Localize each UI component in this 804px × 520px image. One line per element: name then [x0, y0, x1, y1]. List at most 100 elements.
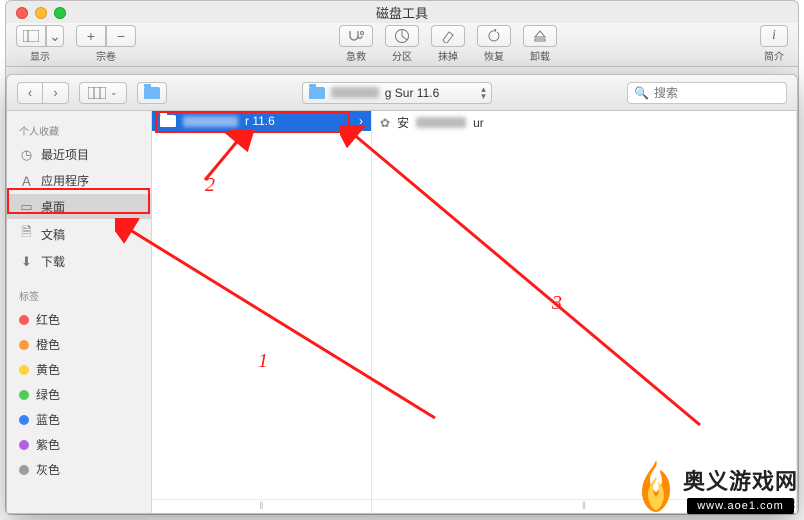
search-input[interactable]: [654, 86, 804, 100]
sidebar-tag-red[interactable]: 红色: [7, 307, 151, 332]
du-toolbar: ⌄ 显示 + − 宗卷 急救 分区: [6, 23, 798, 67]
view-chevron-button[interactable]: ⌄: [46, 25, 64, 47]
item-suffix: ur: [473, 116, 484, 130]
clock-icon: ◷: [19, 147, 34, 163]
unmount-group: 卸载: [523, 25, 557, 63]
tag-dot-icon: [19, 465, 29, 475]
finder-toolbar: ‹ › ⌄ g Sur 11.6 ▴▾ 🔍: [7, 75, 797, 111]
tag-dot-icon: [19, 440, 29, 450]
erase-icon: [440, 29, 456, 43]
volume-remove-button[interactable]: −: [106, 25, 136, 47]
sidebar-item-applications[interactable]: Ａ 应用程序: [7, 167, 151, 194]
sidebar-item-label: 蓝色: [36, 411, 60, 428]
chevron-down-icon: ⌄: [49, 28, 61, 45]
updown-icon: ▴▾: [481, 86, 486, 100]
info-group: i 简介: [760, 25, 788, 63]
column-2[interactable]: ✿ 安 ur ‖: [372, 111, 797, 513]
sidebar-tag-blue[interactable]: 蓝色: [7, 407, 151, 432]
view-label: 显示: [30, 48, 50, 63]
window-title: 磁盘工具: [376, 3, 428, 22]
tag-dot-icon: [19, 415, 29, 425]
erase-label: 抹掉: [438, 48, 458, 63]
folder-icon: [160, 115, 176, 127]
column-view: r 11.6 › ‖ ✿ 安 ur ‖: [152, 111, 797, 513]
favorites-header: 个人收藏: [7, 119, 151, 142]
sidebar-item-label: 文稿: [41, 226, 65, 243]
sidebar-tag-gray[interactable]: 灰色: [7, 457, 151, 482]
view-mode-button[interactable]: ⌄: [79, 82, 127, 104]
path-popup[interactable]: g Sur 11.6 ▴▾: [302, 82, 492, 104]
sidebar-item-label: 绿色: [36, 386, 60, 403]
desktop-icon: ▭: [19, 199, 34, 215]
sidebar-item-label: 橙色: [36, 336, 60, 353]
volume-add-button[interactable]: +: [76, 25, 106, 47]
sidebar-item-label: 下载: [41, 253, 65, 270]
partition-label: 分区: [392, 48, 412, 63]
folder-icon: [144, 87, 160, 99]
forward-button[interactable]: ›: [43, 82, 69, 104]
finder-body: 个人收藏 ◷ 最近项目 Ａ 应用程序 ▭ 桌面 🗎 文稿 ⬇ 下载 标签: [7, 111, 797, 513]
sidebar-item-label: 红色: [36, 311, 60, 328]
sidebar-item-label: 灰色: [36, 461, 60, 478]
app-icon: Ａ: [19, 171, 34, 190]
zoom-icon[interactable]: [54, 7, 66, 19]
search-field[interactable]: 🔍: [627, 82, 787, 104]
sidebar-toggle-button[interactable]: [16, 25, 46, 47]
columns-icon: [88, 87, 106, 99]
partition-button[interactable]: [385, 25, 419, 47]
sidebar-item-downloads[interactable]: ⬇ 下载: [7, 249, 151, 274]
minimize-icon[interactable]: [35, 7, 47, 19]
tag-dot-icon: [19, 365, 29, 375]
watermark-url: www.aoe1.com: [687, 498, 794, 514]
installer-icon: ✿: [380, 116, 390, 130]
partition-group: 分区: [385, 25, 419, 63]
blurred-text: [183, 116, 238, 127]
restore-button[interactable]: [477, 25, 511, 47]
info-button[interactable]: i: [760, 25, 788, 47]
unmount-label: 卸载: [530, 48, 550, 63]
window-controls[interactable]: [16, 7, 66, 19]
firstaid-button[interactable]: [339, 25, 373, 47]
info-label: 简介: [764, 48, 784, 63]
column-1[interactable]: r 11.6 › ‖: [152, 111, 372, 513]
chevron-down-icon: ⌄: [110, 87, 118, 98]
item-prefix: 安: [397, 114, 409, 131]
column-resize-handle[interactable]: ‖: [152, 499, 371, 513]
sidebar-item-documents[interactable]: 🗎 文稿: [7, 219, 151, 249]
volume-label: 宗卷: [96, 48, 116, 63]
erase-button[interactable]: [431, 25, 465, 47]
sidebar: 个人收藏 ◷ 最近项目 Ａ 应用程序 ▭ 桌面 🗎 文稿 ⬇ 下载 标签: [7, 111, 152, 513]
sidebar-item-desktop[interactable]: ▭ 桌面: [7, 194, 151, 219]
item-suffix: r 11.6: [245, 114, 275, 128]
restore-group: 恢复: [477, 25, 511, 63]
tags-header: 标签: [7, 284, 151, 307]
download-icon: ⬇: [19, 254, 34, 270]
tag-dot-icon: [19, 315, 29, 325]
back-button[interactable]: ‹: [17, 82, 43, 104]
sidebar-tag-orange[interactable]: 橙色: [7, 332, 151, 357]
sidebar-tag-green[interactable]: 绿色: [7, 382, 151, 407]
sidebar-tag-purple[interactable]: 紫色: [7, 432, 151, 457]
watermark-text: 奥义游戏网 www.aoe1.com: [683, 464, 798, 514]
firstaid-label: 急救: [346, 48, 366, 63]
firstaid-group: 急救: [339, 25, 373, 63]
erase-group: 抹掉: [431, 25, 465, 63]
unmount-button[interactable]: [523, 25, 557, 47]
chevron-right-icon: ›: [359, 114, 363, 128]
sidebar-tag-yellow[interactable]: 黄色: [7, 357, 151, 382]
close-icon[interactable]: [16, 7, 28, 19]
list-item[interactable]: ✿ 安 ur: [372, 111, 796, 134]
folder-popup-button[interactable]: [137, 82, 167, 104]
tag-dot-icon: [19, 340, 29, 350]
nav-buttons: ‹ ›: [17, 82, 69, 104]
restore-label: 恢复: [484, 48, 504, 63]
sidebar-item-label: 桌面: [41, 198, 65, 215]
sidebar-item-label: 应用程序: [41, 172, 89, 189]
finder-window: ‹ › ⌄ g Sur 11.6 ▴▾ 🔍 个人收藏 ◷: [6, 74, 798, 514]
sidebar-item-label: 最近项目: [41, 146, 89, 163]
restore-icon: [486, 29, 502, 43]
sidebar-item-recents[interactable]: ◷ 最近项目: [7, 142, 151, 167]
view-group: ⌄ 显示: [16, 25, 64, 63]
tag-dot-icon: [19, 390, 29, 400]
list-item[interactable]: r 11.6 ›: [152, 111, 371, 131]
